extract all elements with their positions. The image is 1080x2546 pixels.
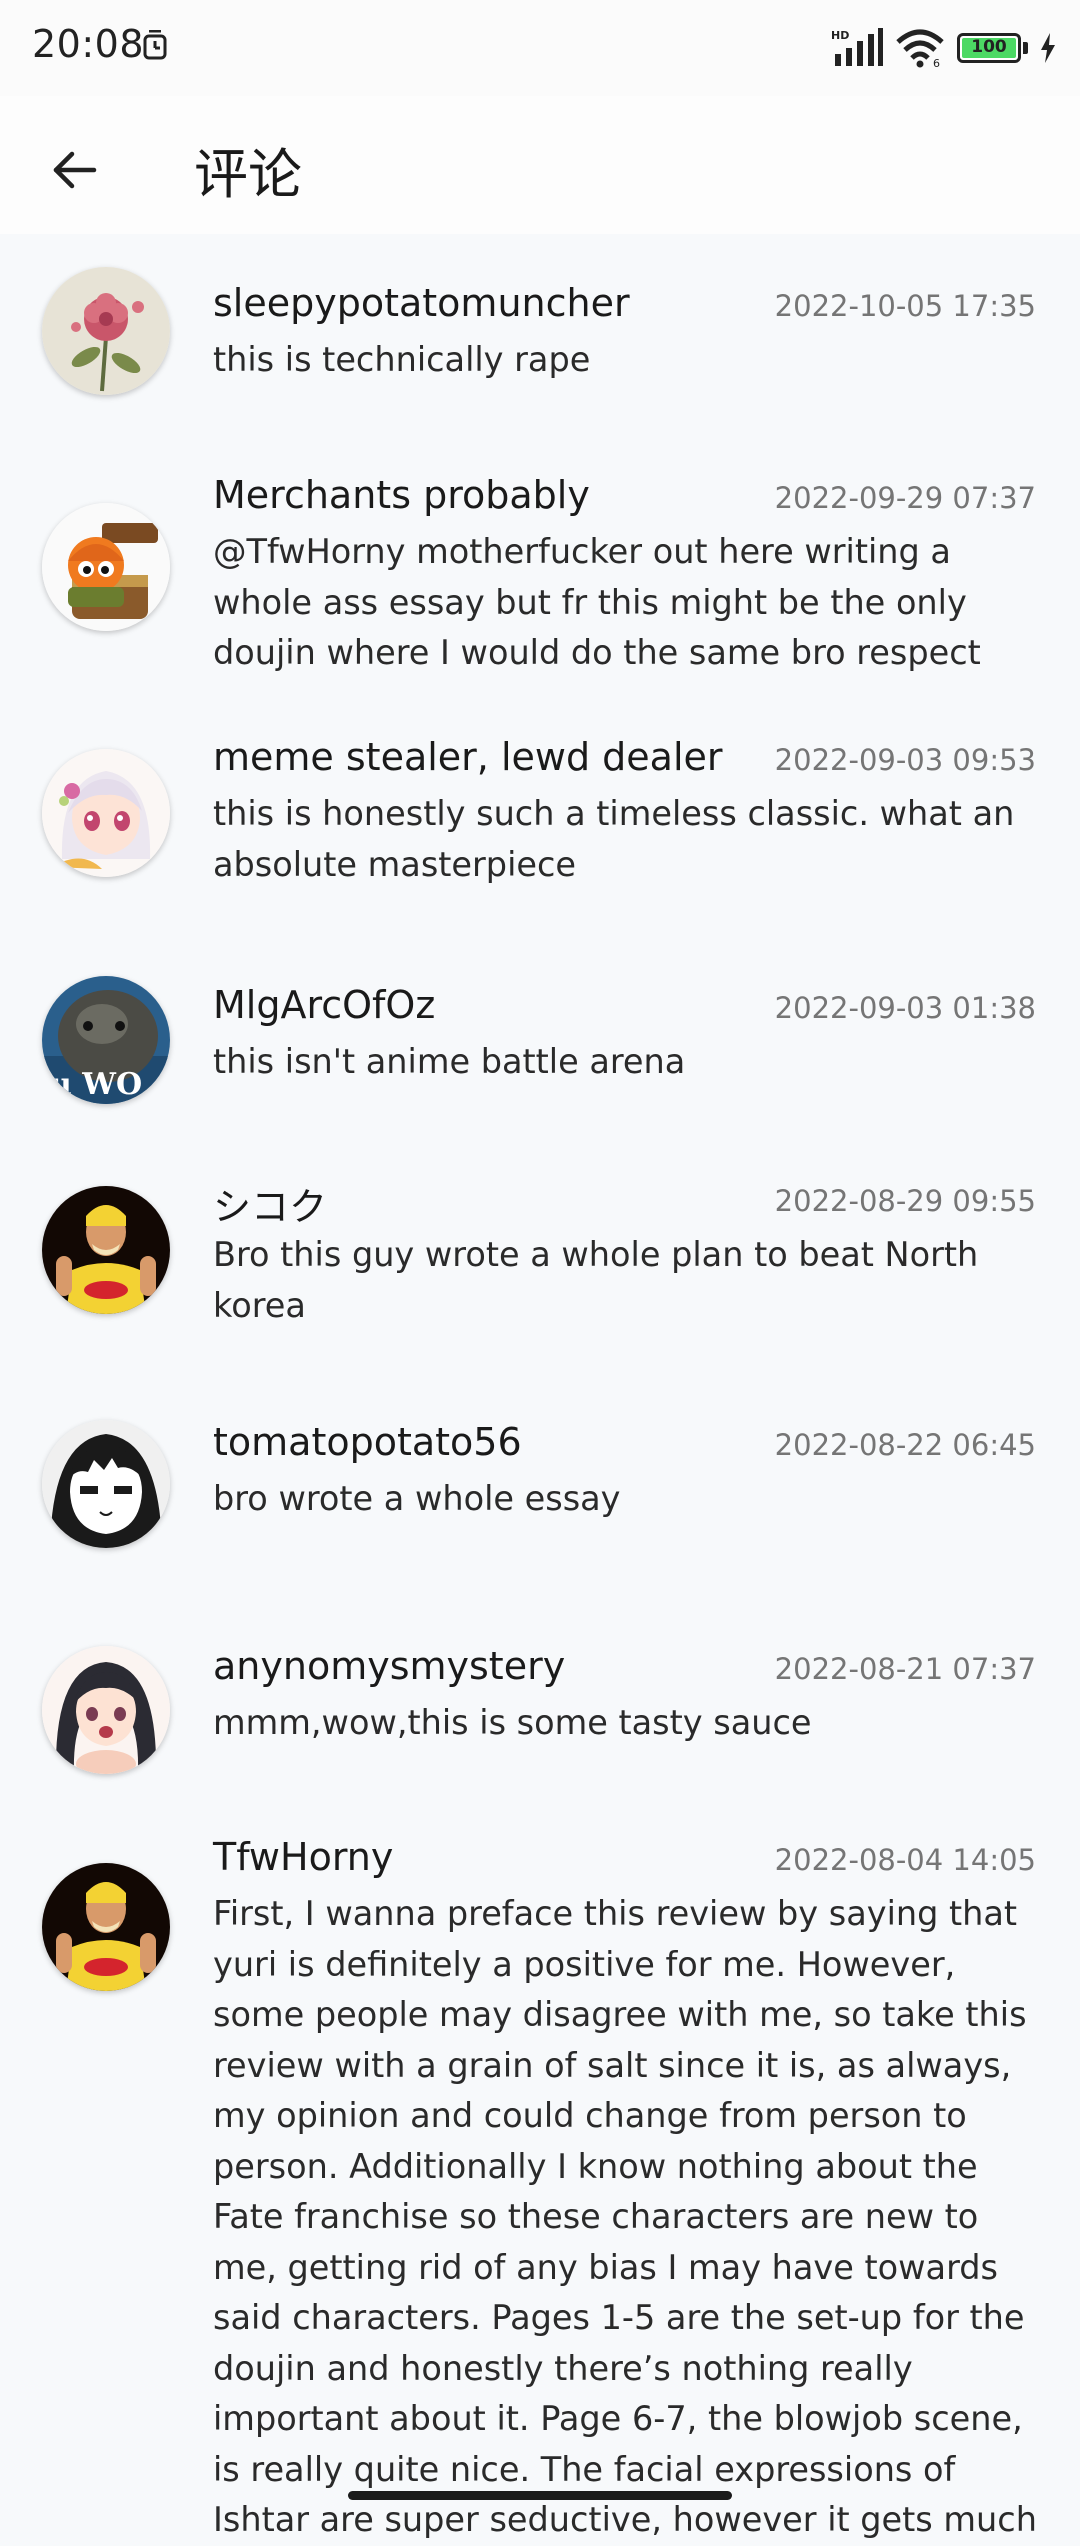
comment-text: this is honestly such a timeless classic… [213,794,1015,884]
avatar[interactable] [42,1186,170,1314]
page-title: 评论 [194,143,302,206]
network-label: HD [831,29,849,42]
wifi-icon: 6 [896,29,944,68]
avatar[interactable] [42,1646,170,1774]
comment-date: 2022-09-03 01:38 [774,991,1036,1025]
avatar[interactable] [42,1420,170,1548]
comment-username[interactable]: tomatopotato56 [213,1420,522,1464]
arrow-left-icon [53,151,97,189]
avatar[interactable] [42,503,170,631]
comment-date: 2022-08-22 06:45 [774,1428,1036,1462]
status-icons: HD 6 100 [831,26,1056,70]
comment-date: 2022-08-29 09:55 [774,1184,1036,1218]
battery-level: 100 [971,37,1007,57]
comment-date: 2022-09-29 07:37 [774,481,1036,515]
svg-text:u WO: u WO [50,1067,142,1102]
comment-date: 2022-08-21 07:37 [774,1652,1036,1686]
charging-icon [1041,33,1055,63]
comment-username[interactable]: meme stealer, lewd dealer [213,735,723,779]
status-time: 20:08 [32,22,145,66]
svg-text:6: 6 [933,57,940,68]
back-button[interactable] [38,134,110,206]
avatar[interactable] [42,267,170,395]
comment-username[interactable]: sleepypotatomuncher [213,281,630,325]
comment-text: First, I wanna preface this review by sa… [213,1894,1037,2539]
comment-text: mmm,wow,this is some tasty sauce [213,1703,812,1742]
comment-text: this is technically rape [213,340,591,379]
comment-username[interactable]: Merchants probably [213,473,590,517]
comment-username[interactable]: シコク [213,1176,327,1231]
comment-username[interactable]: MlgArcOfOz [213,983,435,1027]
comment-username[interactable]: anynomysmystery [213,1644,565,1688]
avatar[interactable]: u WO [42,976,170,1104]
gesture-bar[interactable] [348,2491,732,2500]
battery-icon: 100 [957,33,1021,63]
comment-date: 2022-10-05 17:35 [774,289,1036,323]
comment-text: bro wrote a whole essay [213,1479,621,1518]
comment-date: 2022-09-03 09:53 [774,743,1036,777]
comment-text: this isn't anime battle arena [213,1042,686,1081]
avatar[interactable] [42,1863,170,1991]
avatar[interactable] [42,749,170,877]
signal-icon: HD [831,28,883,66]
app-bar: 评论 [0,96,1080,234]
comment-text: @TfwHorny motherfucker out here writing … [213,532,981,672]
comment-date: 2022-08-04 14:05 [774,1843,1036,1877]
status-bar: 20:08 HD 6 100 [0,0,1080,96]
comment-text: Bro this guy wrote a whole plan to beat … [213,1235,979,1325]
comment-username[interactable]: TfwHorny [213,1835,393,1879]
alarm-icon [143,30,167,60]
